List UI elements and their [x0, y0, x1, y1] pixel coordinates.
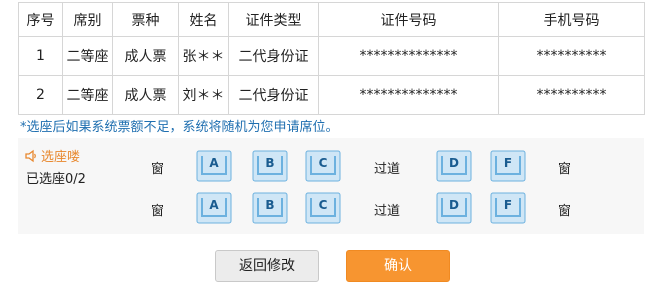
aisle-label: 过道: [374, 204, 401, 219]
seat-f[interactable]: F: [490, 192, 526, 224]
seat-letter: A: [209, 156, 219, 170]
seat-letter: F: [503, 198, 513, 212]
seat-letter: B: [265, 156, 275, 170]
seat-letter: A: [209, 198, 219, 212]
seat-letter: D: [449, 156, 459, 170]
seat-letter: D: [449, 198, 459, 212]
seat-row: 窗 A B C 过道 D F 窗: [18, 192, 644, 224]
seat-c[interactable]: C: [305, 192, 341, 224]
seat-letter: B: [265, 198, 275, 212]
col-header-index: 序号: [18, 2, 63, 37]
seat-letter: F: [503, 156, 513, 170]
table-row: 2 二等座 成人票 刘＊＊ 二代身份证 ************** *****…: [18, 75, 645, 115]
cell-id-type: 二代身份证: [228, 36, 319, 76]
seat-d[interactable]: D: [436, 192, 472, 224]
col-header-phone: 手机号码: [498, 2, 645, 37]
seat-selection-panel: 选座喽 已选座0/2 窗 A B C 过道 D F 窗 窗 A B C 过道 D…: [18, 138, 644, 234]
window-label: 窗: [151, 204, 165, 219]
aisle-label: 过道: [374, 162, 401, 177]
cell-name: 张＊＊: [178, 36, 229, 76]
cell-ticket-type: 成人票: [112, 75, 179, 115]
cell-seat-class: 二等座: [62, 75, 113, 115]
window-label: 窗: [558, 204, 572, 219]
col-header-ticket-type: 票种: [112, 2, 179, 37]
col-header-name: 姓名: [178, 2, 229, 37]
seat-a[interactable]: A: [196, 150, 232, 182]
seat-a[interactable]: A: [196, 192, 232, 224]
seat-letter: C: [318, 156, 328, 170]
seat-row: 窗 A B C 过道 D F 窗: [18, 150, 644, 182]
back-edit-button[interactable]: 返回修改: [215, 250, 319, 282]
cell-phone: **********: [498, 36, 645, 76]
cell-id-number: **************: [318, 75, 499, 115]
cell-id-type: 二代身份证: [228, 75, 319, 115]
cell-name: 刘＊＊: [178, 75, 229, 115]
seat-letter: C: [318, 198, 328, 212]
col-header-id-type: 证件类型: [228, 2, 319, 37]
seat-b[interactable]: B: [252, 150, 288, 182]
confirm-button[interactable]: 确认: [346, 250, 450, 282]
seat-notice: *选座后如果系统票额不足，系统将随机为您申请席位。: [20, 120, 339, 135]
window-label: 窗: [558, 162, 572, 177]
table-row: 1 二等座 成人票 张＊＊ 二代身份证 ************** *****…: [18, 36, 645, 76]
window-label: 窗: [151, 162, 165, 177]
cell-index: 2: [18, 75, 63, 115]
passenger-table: 序号 席别 票种 姓名 证件类型 证件号码 手机号码 1 二等座 成人票 张＊＊…: [18, 2, 645, 115]
col-header-seat-class: 席别: [62, 2, 113, 37]
cell-seat-class: 二等座: [62, 36, 113, 76]
cell-id-number: **************: [318, 36, 499, 76]
table-header-row: 序号 席别 票种 姓名 证件类型 证件号码 手机号码: [18, 2, 645, 37]
cell-ticket-type: 成人票: [112, 36, 179, 76]
seat-selection-page: 序号 席别 票种 姓名 证件类型 证件号码 手机号码 1 二等座 成人票 张＊＊…: [0, 0, 652, 288]
seat-c[interactable]: C: [305, 150, 341, 182]
col-header-id-number: 证件号码: [318, 2, 499, 37]
seat-f[interactable]: F: [490, 150, 526, 182]
seat-d[interactable]: D: [436, 150, 472, 182]
cell-index: 1: [18, 36, 63, 76]
cell-phone: **********: [498, 75, 645, 115]
seat-b[interactable]: B: [252, 192, 288, 224]
